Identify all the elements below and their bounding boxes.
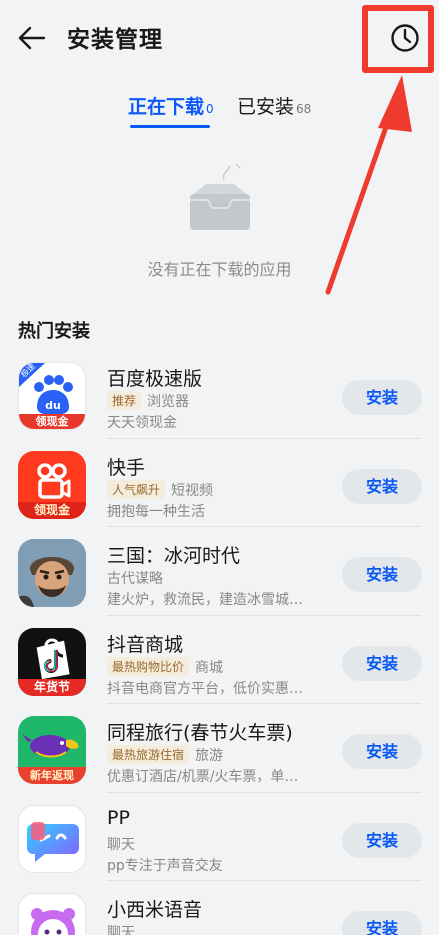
app-category: 短视频: [171, 482, 214, 499]
install-button[interactable]: 安装: [342, 734, 422, 769]
douyin-mall-icon: 年货节: [18, 627, 86, 696]
empty-box-icon: [190, 163, 250, 230]
app-desc: 拥抱每一种生活: [107, 503, 205, 520]
list-item[interactable]: du 极速 领现金 百度极速版 推荐 浏览器 天天领现金 安装: [0, 350, 439, 439]
app-name: 抖音商城: [107, 633, 184, 656]
tab-installed-label: 已安装: [237, 96, 295, 118]
app-name: 同程旅行(春节火车票): [107, 722, 293, 744]
app-category: 聊天: [107, 925, 135, 935]
app-name: 三国：冰河时代: [107, 545, 241, 567]
top-bar: 安装管理: [0, 0, 439, 78]
install-button[interactable]: 安装: [342, 645, 422, 681]
app-name: PP: [107, 806, 130, 829]
app-desc: pp专注于声音交友: [107, 857, 223, 874]
empty-message: 没有正在下载的应用: [147, 260, 292, 279]
svg-text:du: du: [45, 399, 61, 412]
page-title: 安装管理: [67, 27, 163, 53]
app-meta: 人气飙升 短视频: [107, 479, 214, 500]
app-category: 商城: [195, 659, 224, 676]
active-tab-indicator: [130, 125, 210, 128]
install-button[interactable]: 安装: [342, 380, 422, 415]
install-button[interactable]: 安装: [342, 822, 422, 858]
app-meta: 推荐 浏览器: [107, 391, 189, 411]
app-category: 浏览器: [147, 394, 190, 410]
app-desc: 建火炉，救流民，建造冰雪城…: [107, 592, 303, 608]
app-desc: 天天领现金: [107, 415, 177, 431]
baidu-lite-icon: du 极速 领现金: [18, 362, 86, 430]
app-desc: 抖音电商官方平台，低价实惠…: [107, 680, 303, 697]
list-item[interactable]: 年货节 抖音商城 最热购物比价 商城 抖音电商官方平台，低价实惠… 安装: [0, 616, 439, 704]
app-name: 百度极速版: [107, 368, 203, 390]
tongcheng-icon: 新年返现: [18, 716, 86, 784]
app-meta: 聊天: [107, 922, 135, 935]
cash-banner: 领现金: [18, 501, 86, 519]
app-meta: 最热旅游住宿 旅游: [107, 745, 223, 765]
app-category: 旅游: [195, 748, 224, 764]
list-item[interactable]: 小西米语音 聊天 安装: [0, 881, 439, 935]
cash-banner: 领现金: [19, 414, 85, 429]
app-tag: 人气飙升: [107, 479, 166, 499]
xiaoximi-icon: [18, 893, 86, 935]
list-item[interactable]: 领现金 快手 人气飙升 短视频 拥抱每一种生活 安装: [0, 439, 439, 527]
install-button[interactable]: 安装: [342, 557, 422, 592]
hot-installs-title: 热门安装: [18, 321, 90, 342]
app-category: 聊天: [107, 836, 135, 853]
tab-downloading[interactable]: 正在下载 0: [128, 92, 214, 119]
app-meta: 聊天: [107, 834, 135, 854]
app-list: du 极速 领现金 百度极速版 推荐 浏览器 天天领现金 安装 领现金 快手 人气…: [0, 350, 439, 935]
pp-icon: [18, 804, 86, 873]
app-tag: 最热购物比价: [107, 656, 190, 676]
install-button[interactable]: 安装: [342, 911, 422, 935]
app-name: 快手: [107, 456, 146, 479]
install-button[interactable]: 安装: [342, 468, 422, 504]
list-item[interactable]: 新年返现 同程旅行(春节火车票) 最热旅游住宿 旅游 优惠订酒店/机票/火车票，单…: [0, 704, 439, 793]
cashback-banner: 新年返现: [18, 767, 86, 784]
tab-downloading-count: 0: [206, 102, 214, 116]
tab-downloading-label: 正在下载: [128, 96, 205, 118]
app-tag: 最热旅游住宿: [107, 745, 190, 764]
app-desc: 优惠订酒店/机票/火车票，单…: [107, 769, 299, 785]
app-meta: 古代谋略: [107, 568, 163, 588]
app-meta: 最热购物比价 商城: [107, 656, 224, 677]
history-clock-icon[interactable]: [389, 22, 421, 54]
list-item[interactable]: PP 聊天 pp专注于声音交友 安装: [0, 793, 439, 881]
app-name: 小西米语音: [107, 899, 203, 921]
app-tag: 推荐: [107, 391, 142, 410]
sanguo-icon: [18, 539, 86, 607]
festival-banner: 年货节: [18, 678, 86, 696]
back-arrow-icon[interactable]: [16, 22, 48, 54]
kuaishou-icon: 领现金: [18, 450, 86, 519]
list-item[interactable]: 三国：冰河时代 古代谋略 建火炉，救流民，建造冰雪城… 安装: [0, 527, 439, 616]
app-category: 古代谋略: [107, 571, 163, 587]
